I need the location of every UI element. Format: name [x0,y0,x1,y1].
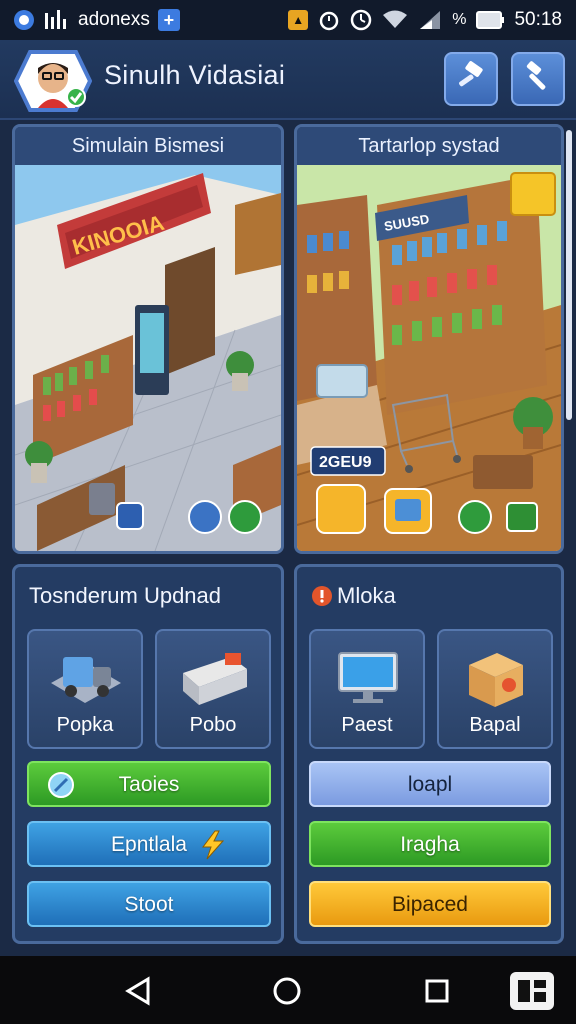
home-icon[interactable] [272,976,302,1010]
equalizer-icon [44,9,70,31]
upgrade-button-2[interactable]: Epntlala [27,821,271,867]
player-avatar[interactable] [13,50,93,112]
app-logo-icon [12,8,36,32]
business-sim-title: Simulain Bismesi [15,127,281,165]
signal-icon [418,10,442,30]
shop-button-3-label: Bipaced [392,893,468,916]
menu-grid-icon[interactable] [508,970,556,1016]
upgrade-panel-title: Tosnderum Updnad [29,583,222,608]
back-icon[interactable] [124,976,152,1010]
price-tag-text: 2GEU9 [319,454,372,471]
upgrade-tile-counter-label: Pobo [189,714,237,736]
clock-icon [350,9,372,31]
shop-button-1-label: loapl [407,773,453,796]
hammer-icon [521,60,555,98]
add-icon: + [157,9,180,31]
system-nav-bar [0,956,576,1024]
shop-tile-monitor-label: Paest [341,714,393,736]
shop-tile-monitor[interactable]: Paest [309,629,425,749]
notification-icon: ▲ [288,10,309,30]
recents-icon[interactable] [424,978,450,1008]
shop-panel-title: Mloka [337,583,396,608]
status-time: 50:18 [514,9,562,30]
alert-icon [311,585,333,611]
upgrade-tile-truck[interactable]: Popka [27,629,143,749]
status-bar: adonexs + ▲ % 50:18 [0,0,576,40]
monitor-icon [329,643,407,713]
shop-button-3[interactable]: Bipaced [309,881,551,927]
wifi-icon [382,10,408,30]
store-setup-card[interactable]: Tartarlop systad SUUSD 2GEU9 [294,124,564,554]
store-scene-left: KINOOIA [15,165,281,551]
upgrade-tile-truck-label: Popka [56,714,114,736]
shop-tile-box[interactable]: Bapal [437,629,553,749]
shop-tile-box-label: Bapal [469,714,521,736]
pencil-icon [47,771,75,815]
lightning-icon [197,829,229,877]
upgrade-button-3[interactable]: Stoot [27,881,271,927]
gavel-button[interactable] [444,52,498,106]
battery-icon [476,10,505,30]
upgrade-button-2-label: Epntlala [111,833,187,856]
shop-panel: Mloka Paest Bapal loapl Iragha Bipaced [294,564,564,944]
data-saver-icon: % [452,11,467,28]
gavel-icon [454,60,488,98]
box-icon [457,643,535,713]
delivery-truck-icon [47,643,125,713]
app-title: Sinulh Vidasiai [104,60,286,90]
upgrade-panel: Tosnderum Updnad Popka Pobo Taoies Epntl… [12,564,284,944]
shop-button-1[interactable]: loapl [309,761,551,807]
app-header: Sinulh Vidasiai [0,40,576,120]
store-scene-right: SUUSD 2GEU9 [297,165,561,551]
business-sim-card[interactable]: Simulain Bismesi KINOOIA [12,124,284,554]
counter-machine-icon [175,643,253,713]
shop-button-2[interactable]: Iragha [309,821,551,867]
status-app-name: adonexs [78,9,150,30]
store-setup-title: Tartarlop systad [297,127,561,165]
upgrade-button-3-label: Stoot [124,893,174,916]
upgrade-tile-counter[interactable]: Pobo [155,629,271,749]
scrollbar[interactable] [566,130,572,420]
upgrade-button-1-label: Taoies [118,773,180,796]
alarm-icon [318,9,340,31]
upgrade-button-1[interactable]: Taoies [27,761,271,807]
shop-button-2-label: Iragha [400,833,460,856]
hammer-button[interactable] [511,52,565,106]
